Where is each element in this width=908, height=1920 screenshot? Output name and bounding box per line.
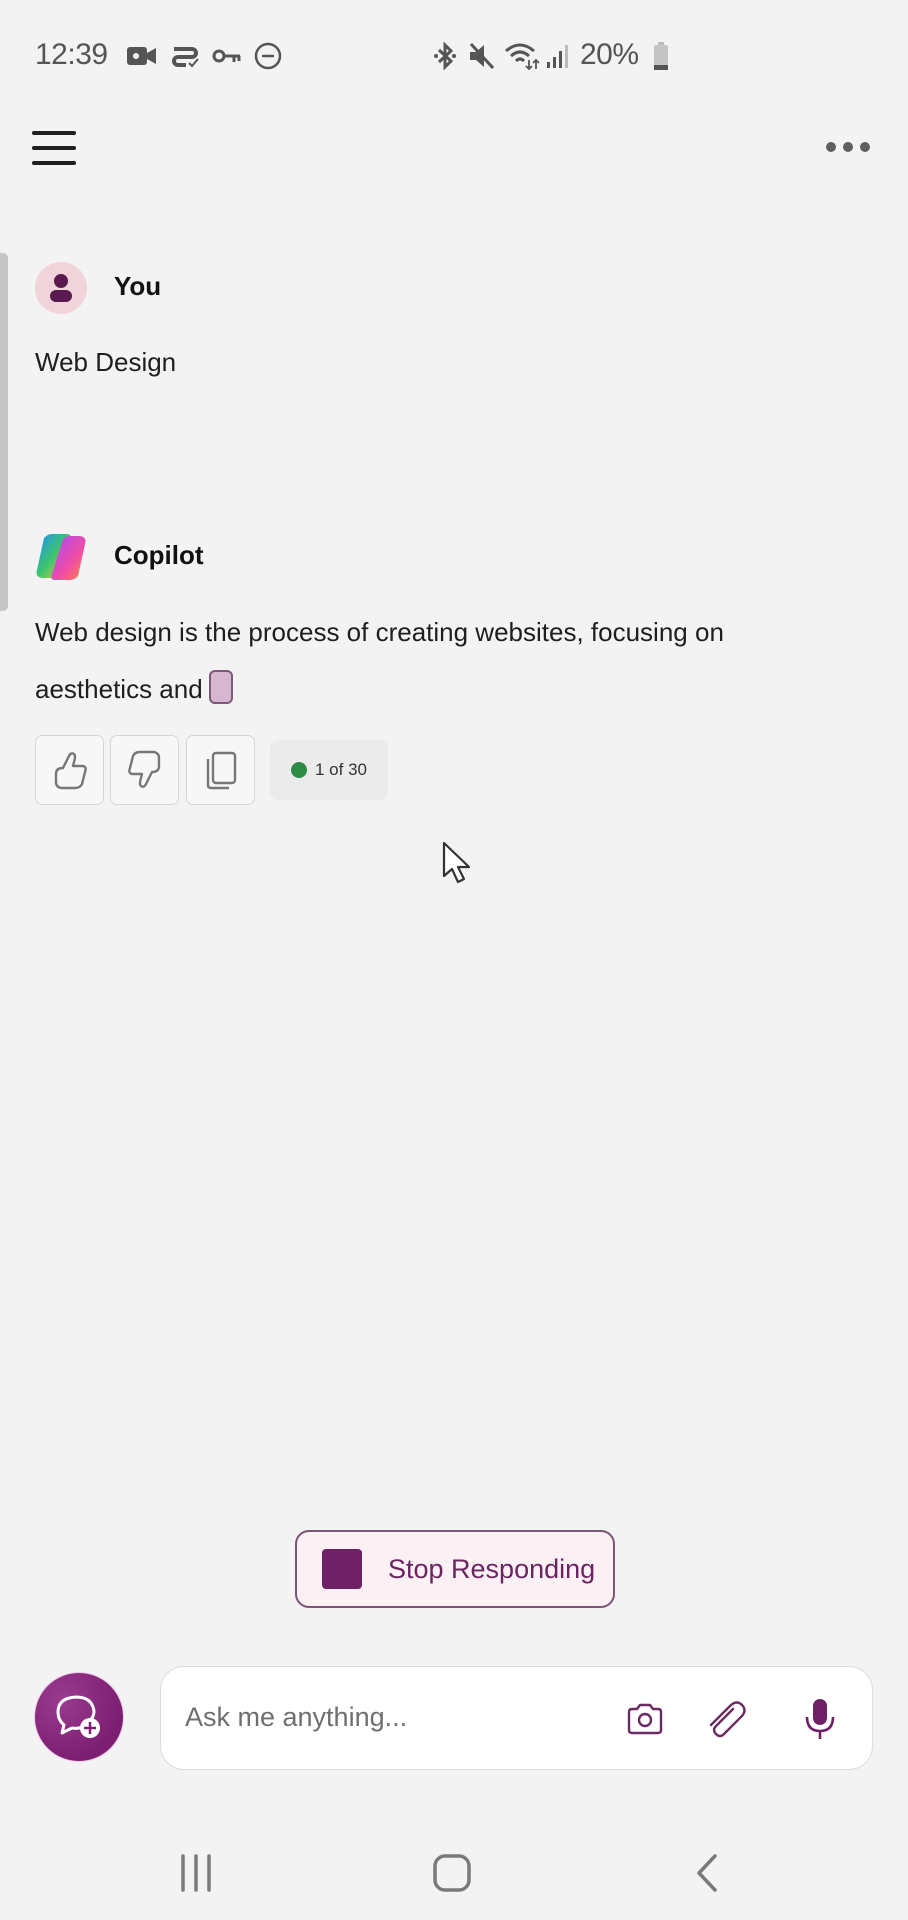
attach-button[interactable] xyxy=(706,1697,750,1741)
turn-counter-text: 1 of 30 xyxy=(315,760,367,779)
copy-icon xyxy=(206,751,236,790)
person-icon xyxy=(50,274,72,302)
recent-apps-button[interactable] xyxy=(166,1848,226,1898)
battery-percent: 20% xyxy=(580,38,639,71)
paperclip-icon xyxy=(709,1701,746,1738)
conversation-scrollbar[interactable] xyxy=(0,253,8,611)
composer-box xyxy=(160,1666,873,1770)
back-button[interactable] xyxy=(677,1848,737,1898)
camera-icon xyxy=(627,1703,663,1735)
recent-apps-icon xyxy=(181,1854,211,1892)
turn-status-dot xyxy=(291,762,307,778)
vpn-key-icon xyxy=(212,42,242,70)
home-icon xyxy=(433,1854,471,1892)
mute-icon xyxy=(466,42,496,70)
more-options-button[interactable] xyxy=(818,130,878,164)
wifi-icon xyxy=(504,42,540,70)
ask-input[interactable] xyxy=(185,1667,605,1767)
do-not-disturb-icon xyxy=(253,42,283,70)
turn-counter-badge: 1 of 30 xyxy=(270,740,388,800)
video-call-icon xyxy=(126,42,158,70)
thumbs-down-button[interactable] xyxy=(110,735,179,805)
signal-icon xyxy=(544,42,570,70)
more-options-icon-dot xyxy=(843,142,853,152)
stop-responding-label: Stop Responding xyxy=(388,1553,596,1584)
hamburger-menu-icon-line xyxy=(32,131,76,135)
user-message-text: Web Design xyxy=(35,347,177,377)
wallet-check-icon xyxy=(170,42,200,70)
back-icon xyxy=(697,1854,717,1892)
more-options-icon-dot xyxy=(826,142,836,152)
hamburger-menu-icon-line xyxy=(32,161,76,165)
thumbs-up-icon xyxy=(54,752,87,790)
status-time: 12:39 xyxy=(35,38,108,71)
more-options-icon-dot xyxy=(860,142,870,152)
home-button[interactable] xyxy=(422,1848,482,1898)
user-author-name: You xyxy=(114,271,162,301)
new-chat-icon xyxy=(56,1695,100,1738)
microphone-button[interactable] xyxy=(798,1697,842,1741)
copilot-message-text: aesthetics and xyxy=(35,674,203,704)
copilot-author-name: Copilot xyxy=(114,540,204,570)
stop-responding-button[interactable]: Stop Responding xyxy=(295,1530,615,1608)
typing-indicator-chip xyxy=(208,670,233,704)
user-avatar xyxy=(35,262,87,314)
battery-icon xyxy=(652,42,670,70)
bluetooth-icon xyxy=(432,42,458,70)
copy-button[interactable] xyxy=(186,735,255,805)
mouse-cursor-icon xyxy=(441,840,477,891)
new-chat-button[interactable] xyxy=(35,1673,123,1761)
stop-icon xyxy=(322,1549,362,1589)
copilot-message-line-1: Web design is the process of creating we… xyxy=(35,617,724,647)
thumbs-down-icon xyxy=(127,750,160,788)
copilot-logo-icon xyxy=(34,532,88,582)
hamburger-menu-icon-line xyxy=(32,146,76,150)
microphone-icon xyxy=(805,1699,835,1739)
hamburger-menu-button[interactable] xyxy=(26,124,82,172)
camera-button[interactable] xyxy=(623,1697,667,1741)
copilot-message-line-2: aesthetics and xyxy=(35,670,233,705)
thumbs-up-button[interactable] xyxy=(35,735,104,805)
